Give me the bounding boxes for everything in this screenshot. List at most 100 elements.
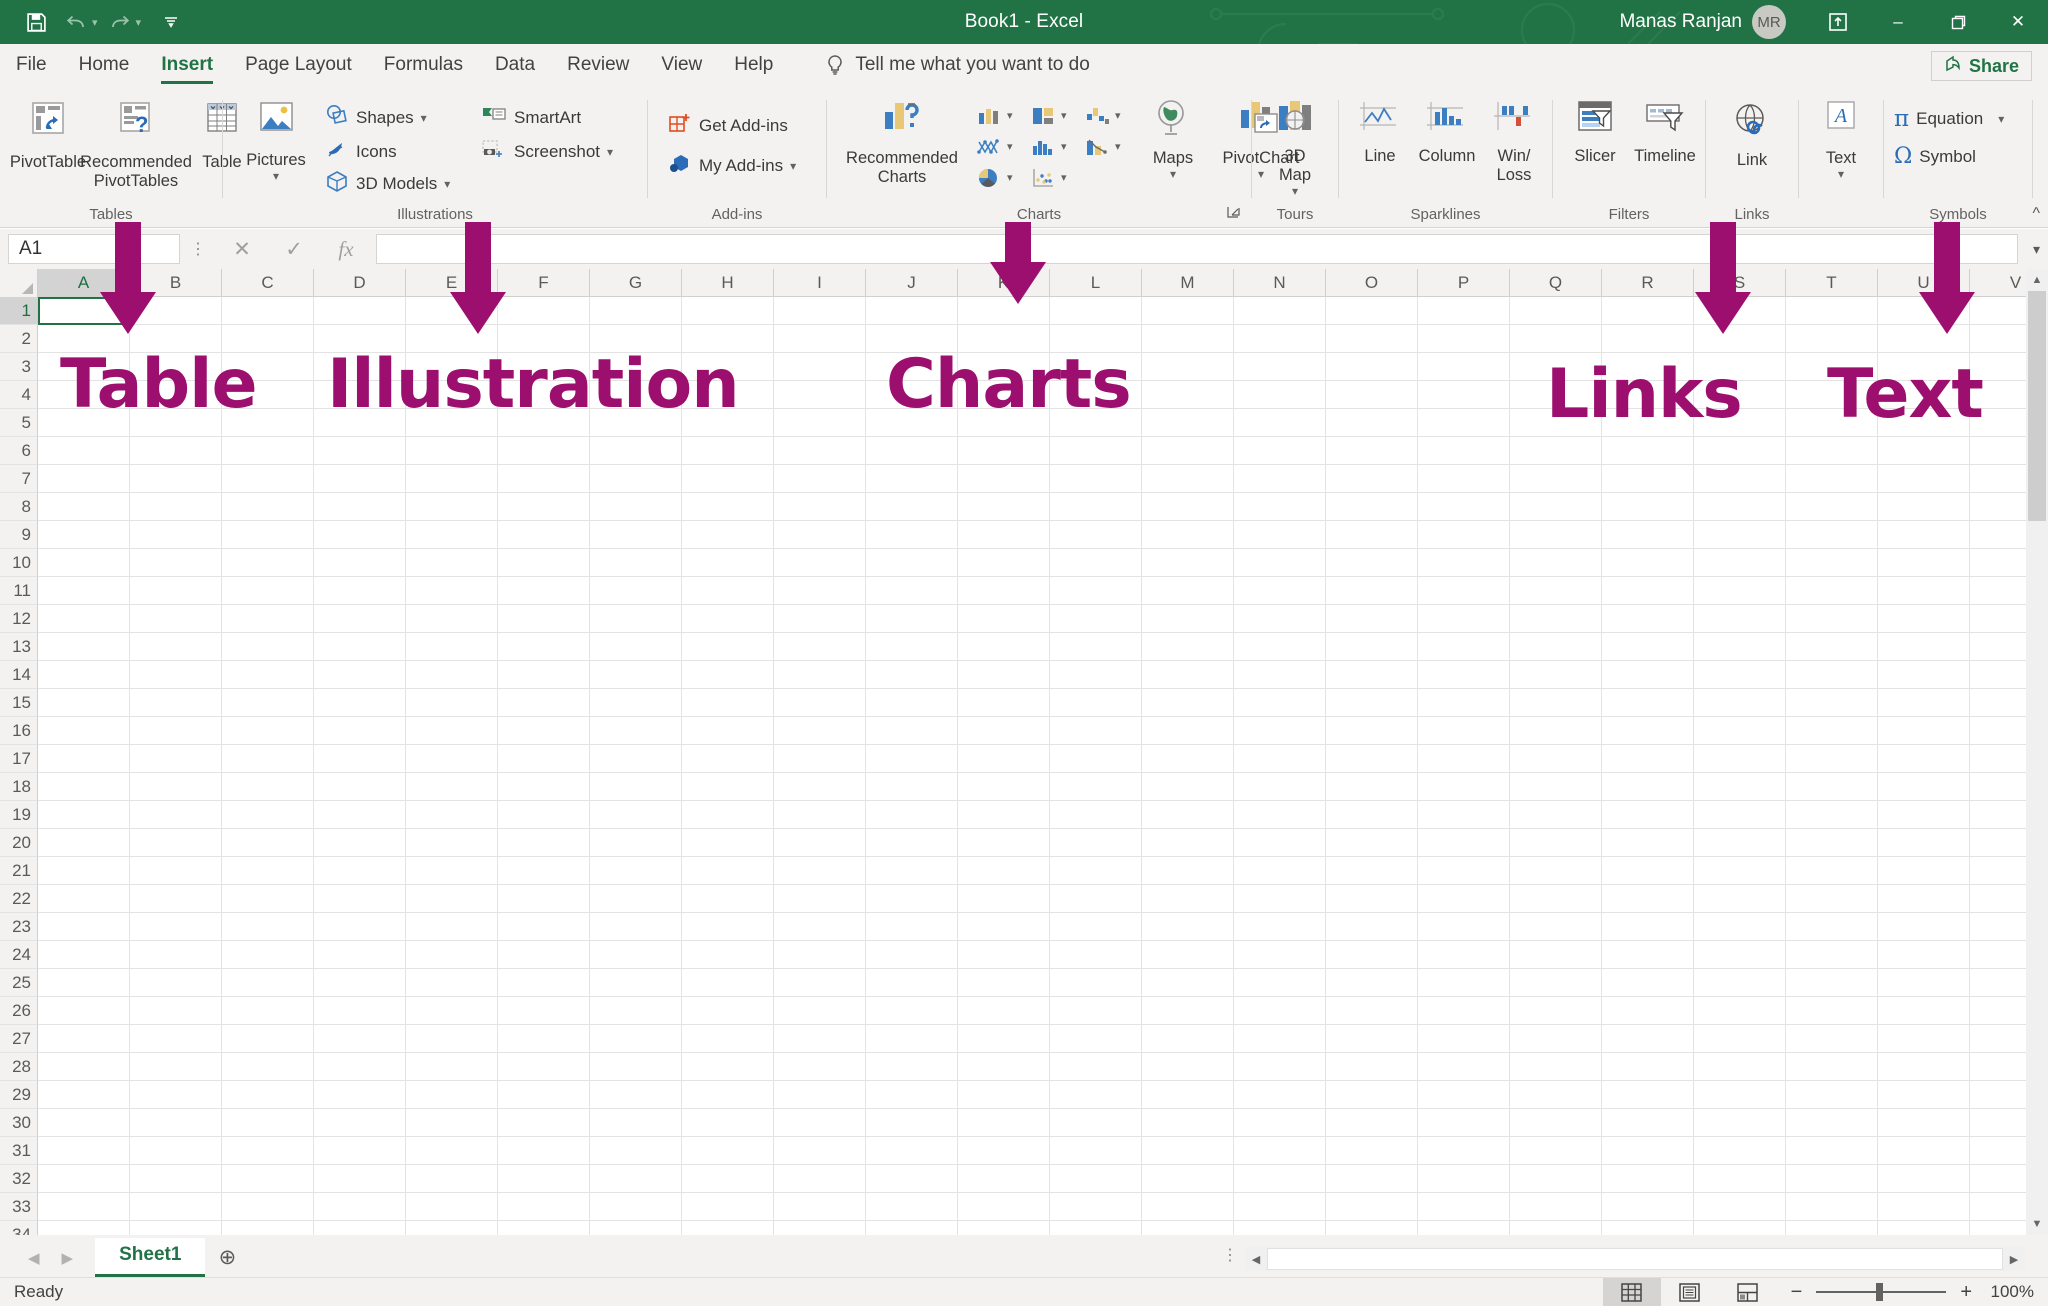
cell-G17[interactable] xyxy=(590,745,682,773)
cell-O32[interactable] xyxy=(1326,1165,1418,1193)
cell-G26[interactable] xyxy=(590,997,682,1025)
cell-K12[interactable] xyxy=(958,605,1050,633)
cell-G16[interactable] xyxy=(590,717,682,745)
cell-U32[interactable] xyxy=(1878,1165,1970,1193)
row-header-8[interactable]: 8 xyxy=(0,493,38,521)
cell-P32[interactable] xyxy=(1418,1165,1510,1193)
cell-O31[interactable] xyxy=(1326,1137,1418,1165)
row-header-14[interactable]: 14 xyxy=(0,661,38,689)
cell-P20[interactable] xyxy=(1418,829,1510,857)
cell-O22[interactable] xyxy=(1326,885,1418,913)
cell-R22[interactable] xyxy=(1602,885,1694,913)
cell-E16[interactable] xyxy=(406,717,498,745)
cell-L14[interactable] xyxy=(1050,661,1142,689)
cell-A22[interactable] xyxy=(38,885,130,913)
cell-L22[interactable] xyxy=(1050,885,1142,913)
cell-U19[interactable] xyxy=(1878,801,1970,829)
charts-dialog-launcher[interactable] xyxy=(1227,206,1241,223)
cell-O28[interactable] xyxy=(1326,1053,1418,1081)
row-header-17[interactable]: 17 xyxy=(0,745,38,773)
row-header-24[interactable]: 24 xyxy=(0,941,38,969)
cell-H8[interactable] xyxy=(682,493,774,521)
cell-J28[interactable] xyxy=(866,1053,958,1081)
cell-D28[interactable] xyxy=(314,1053,406,1081)
cell-D15[interactable] xyxy=(314,689,406,717)
cell-R2[interactable] xyxy=(1602,325,1694,353)
cell-L1[interactable] xyxy=(1050,297,1142,325)
cell-A9[interactable] xyxy=(38,521,130,549)
cell-L6[interactable] xyxy=(1050,437,1142,465)
cell-A14[interactable] xyxy=(38,661,130,689)
zoom-in-button[interactable]: + xyxy=(1960,1281,1972,1304)
cell-O9[interactable] xyxy=(1326,521,1418,549)
cell-L32[interactable] xyxy=(1050,1165,1142,1193)
row-header-6[interactable]: 6 xyxy=(0,437,38,465)
cell-D33[interactable] xyxy=(314,1193,406,1221)
cell-F14[interactable] xyxy=(498,661,590,689)
column-header-E[interactable]: E xyxy=(406,269,498,297)
cell-M31[interactable] xyxy=(1142,1137,1234,1165)
cell-E15[interactable] xyxy=(406,689,498,717)
cell-N15[interactable] xyxy=(1234,689,1326,717)
cell-U8[interactable] xyxy=(1878,493,1970,521)
cell-K29[interactable] xyxy=(958,1081,1050,1109)
cell-T24[interactable] xyxy=(1786,941,1878,969)
share-button[interactable]: Share xyxy=(1930,51,2032,81)
cell-F24[interactable] xyxy=(498,941,590,969)
cell-A16[interactable] xyxy=(38,717,130,745)
cell-H14[interactable] xyxy=(682,661,774,689)
cell-J29[interactable] xyxy=(866,1081,958,1109)
cell-H32[interactable] xyxy=(682,1165,774,1193)
cell-E18[interactable] xyxy=(406,773,498,801)
cell-Q19[interactable] xyxy=(1510,801,1602,829)
cell-J16[interactable] xyxy=(866,717,958,745)
cell-Q13[interactable] xyxy=(1510,633,1602,661)
ribbon-display-options-icon[interactable] xyxy=(1808,0,1868,44)
cell-Q26[interactable] xyxy=(1510,997,1602,1025)
cell-F32[interactable] xyxy=(498,1165,590,1193)
cell-G7[interactable] xyxy=(590,465,682,493)
cell-J17[interactable] xyxy=(866,745,958,773)
cell-P9[interactable] xyxy=(1418,521,1510,549)
cell-R16[interactable] xyxy=(1602,717,1694,745)
cell-I24[interactable] xyxy=(774,941,866,969)
cell-D16[interactable] xyxy=(314,717,406,745)
row-header-7[interactable]: 7 xyxy=(0,465,38,493)
cell-F28[interactable] xyxy=(498,1053,590,1081)
row-header-30[interactable]: 30 xyxy=(0,1109,38,1137)
cell-F29[interactable] xyxy=(498,1081,590,1109)
cell-S32[interactable] xyxy=(1694,1165,1786,1193)
cell-D24[interactable] xyxy=(314,941,406,969)
cell-H12[interactable] xyxy=(682,605,774,633)
cell-M16[interactable] xyxy=(1142,717,1234,745)
row-header-10[interactable]: 10 xyxy=(0,549,38,577)
cell-K6[interactable] xyxy=(958,437,1050,465)
cell-O10[interactable] xyxy=(1326,549,1418,577)
insert-statistic-chart-button[interactable]: ▾ xyxy=(1031,136,1085,158)
cell-E23[interactable] xyxy=(406,913,498,941)
previous-sheet-icon[interactable]: ◀ xyxy=(28,1249,40,1267)
cell-H27[interactable] xyxy=(682,1025,774,1053)
cell-T31[interactable] xyxy=(1786,1137,1878,1165)
cell-S26[interactable] xyxy=(1694,997,1786,1025)
cell-O15[interactable] xyxy=(1326,689,1418,717)
cell-P14[interactable] xyxy=(1418,661,1510,689)
cell-B20[interactable] xyxy=(130,829,222,857)
cell-J11[interactable] xyxy=(866,577,958,605)
cell-K10[interactable] xyxy=(958,549,1050,577)
cell-J19[interactable] xyxy=(866,801,958,829)
cell-D25[interactable] xyxy=(314,969,406,997)
cell-E32[interactable] xyxy=(406,1165,498,1193)
cell-P26[interactable] xyxy=(1418,997,1510,1025)
cell-P33[interactable] xyxy=(1418,1193,1510,1221)
cell-L33[interactable] xyxy=(1050,1193,1142,1221)
zoom-level[interactable]: 100% xyxy=(1986,1282,2048,1302)
cell-Q23[interactable] xyxy=(1510,913,1602,941)
cell-K16[interactable] xyxy=(958,717,1050,745)
cell-M18[interactable] xyxy=(1142,773,1234,801)
my-addins-button[interactable]: My Add-ins ▾ xyxy=(668,152,796,179)
cell-N22[interactable] xyxy=(1234,885,1326,913)
cell-U22[interactable] xyxy=(1878,885,1970,913)
cell-A32[interactable] xyxy=(38,1165,130,1193)
cell-S16[interactable] xyxy=(1694,717,1786,745)
